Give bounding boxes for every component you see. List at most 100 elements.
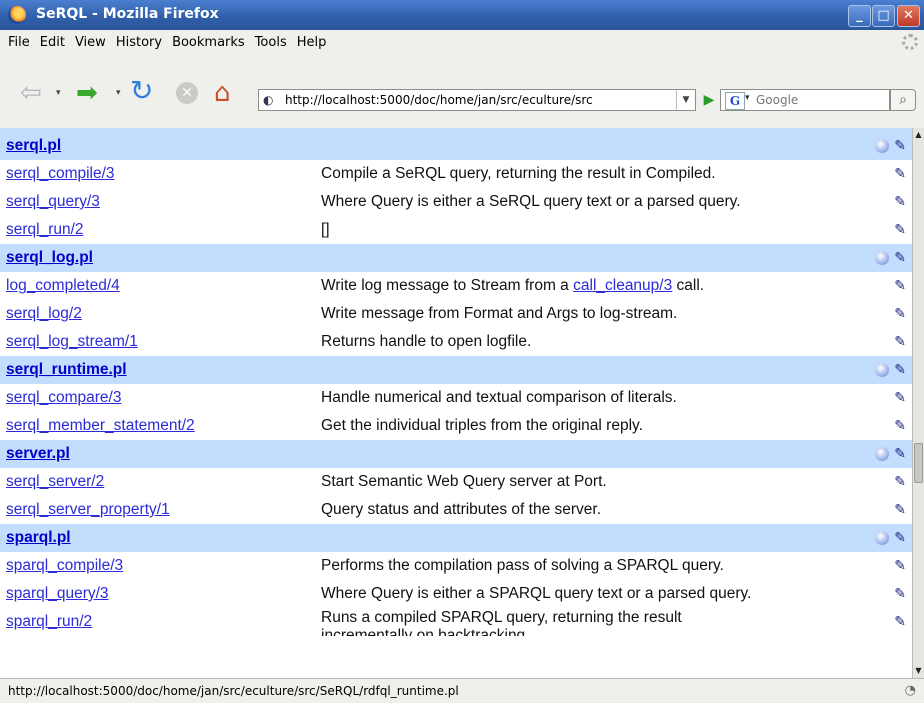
stop-icon[interactable]: ✕ — [176, 82, 198, 104]
predicate-description: Where Query is either a SeRQL query text… — [315, 188, 864, 216]
predicate-description: Query status and attributes of the serve… — [315, 496, 864, 524]
predicate-description: Where Query is either a SPARQL query tex… — [315, 580, 864, 608]
firefox-logo-icon — [8, 6, 26, 24]
predicate-row: serql_log/2 Write message from Format and… — [0, 300, 912, 328]
predicate-link[interactable]: serql_run/2 — [6, 221, 84, 238]
minimize-button[interactable]: _ — [848, 5, 871, 27]
description-text: Query status and attributes of the serve… — [321, 501, 602, 518]
reload-file-icon[interactable] — [875, 446, 889, 461]
reload-file-icon[interactable] — [875, 530, 889, 545]
edit-predicate-icon[interactable]: ✎ — [890, 222, 906, 237]
predicate-link[interactable]: log_completed/4 — [6, 277, 120, 294]
edit-file-icon[interactable]: ✎ — [890, 250, 906, 265]
reload-file-icon[interactable] — [875, 362, 889, 377]
predicate-link[interactable]: sparql_query/3 — [6, 585, 109, 602]
predicate-link[interactable]: serql_server/2 — [6, 473, 104, 490]
back-icon[interactable]: ⇦ — [20, 80, 42, 106]
file-header-row: sparql.pl ✎ — [0, 524, 912, 552]
predicate-link[interactable]: serql_server_property/1 — [6, 501, 170, 518]
edit-predicate-icon[interactable]: ✎ — [890, 614, 906, 629]
description-text: Where Query is either a SeRQL query text… — [321, 193, 741, 210]
menu-file[interactable]: File — [8, 35, 30, 50]
edit-file-icon[interactable]: ✎ — [890, 138, 906, 153]
predicate-row: log_completed/4 Write log message to Stre… — [0, 272, 912, 300]
maximize-button[interactable]: □ — [872, 5, 895, 27]
predicate-link[interactable]: sparql_run/2 — [6, 613, 92, 630]
title-bar: SeRQL - Mozilla Firefox _ □ ✕ — [0, 0, 924, 30]
edit-file-icon[interactable]: ✎ — [890, 446, 906, 461]
edit-predicate-icon[interactable]: ✎ — [890, 278, 906, 293]
edit-predicate-icon[interactable]: ✎ — [890, 390, 906, 405]
search-button[interactable]: ⌕ — [890, 89, 916, 111]
predicate-description: Write message from Format and Args to lo… — [315, 300, 864, 328]
reload-file-icon[interactable] — [875, 250, 889, 265]
search-bar[interactable]: G ▾ — [720, 89, 890, 111]
predicate-link[interactable]: sparql_compile/3 — [6, 557, 123, 574]
predicate-row: serql_log_stream/1 Returns handle to open… — [0, 328, 912, 356]
description-text: Performs the compilation pass of solving… — [321, 557, 724, 574]
predicate-link[interactable]: serql_log_stream/1 — [6, 333, 138, 350]
search-engine-dropdown-icon[interactable]: ▾ — [745, 93, 750, 103]
file-link[interactable]: serql.pl — [6, 137, 61, 154]
forward-icon[interactable]: ➡ — [76, 80, 98, 106]
edit-predicate-icon[interactable]: ✎ — [890, 558, 906, 573]
reload-file-icon[interactable] — [875, 138, 889, 153]
menu-bookmarks[interactable]: Bookmarks — [172, 35, 245, 50]
edit-file-icon[interactable]: ✎ — [890, 362, 906, 377]
description-link[interactable]: call_cleanup/3 — [573, 277, 672, 294]
predicate-description: Write log message to Stream from a call_… — [315, 272, 864, 300]
file-link[interactable]: serql_runtime.pl — [6, 361, 127, 378]
predicate-row: serql_server/2 Start Semantic Web Query s… — [0, 468, 912, 496]
edit-predicate-icon[interactable]: ✎ — [890, 502, 906, 517]
menu-tools[interactable]: Tools — [255, 35, 287, 50]
file-header-row: server.pl ✎ — [0, 440, 912, 468]
vertical-scrollbar[interactable]: ▲ ▼ — [912, 128, 924, 678]
description-text: Where Query is either a SPARQL query tex… — [321, 585, 752, 602]
site-identity-icon: ◐ — [263, 93, 274, 107]
predicate-row: serql_run/2 [] ✎ — [0, 216, 912, 244]
predicate-description: Returns handle to open logfile. — [315, 328, 864, 356]
menu-help[interactable]: Help — [297, 35, 327, 50]
scroll-down-icon[interactable]: ▼ — [913, 664, 924, 678]
throbber-icon — [902, 34, 918, 50]
menu-view[interactable]: View — [75, 35, 106, 50]
description-text: Handle numerical and textual comparison … — [321, 389, 677, 406]
back-history-icon[interactable]: ▾ — [56, 88, 61, 98]
search-input[interactable] — [754, 92, 883, 108]
scrollbar-thumb[interactable] — [914, 443, 923, 483]
predicate-link[interactable]: serql_compare/3 — [6, 389, 121, 406]
forward-history-icon[interactable]: ▾ — [116, 88, 121, 98]
predicate-link[interactable]: serql_member_statement/2 — [6, 417, 195, 434]
address-bar[interactable]: ◐ http://localhost:5000/doc/home/jan/src… — [258, 89, 696, 111]
edit-predicate-icon[interactable]: ✎ — [890, 418, 906, 433]
status-activity-icon: ◔ — [904, 683, 916, 698]
go-button[interactable]: ▶ — [700, 90, 718, 110]
file-header-row: serql_log.pl ✎ — [0, 244, 912, 272]
edit-predicate-icon[interactable]: ✎ — [890, 166, 906, 181]
predicate-row: serql_member_statement/2 Get the individu… — [0, 412, 912, 440]
file-link[interactable]: server.pl — [6, 445, 70, 462]
edit-predicate-icon[interactable]: ✎ — [890, 194, 906, 209]
menu-edit[interactable]: Edit — [40, 35, 65, 50]
predicate-link[interactable]: serql_log/2 — [6, 305, 82, 322]
predicate-row: serql_compile/3 Compile a SeRQL query, re… — [0, 160, 912, 188]
reload-icon[interactable]: ↻ — [130, 77, 153, 105]
menu-history[interactable]: History — [116, 35, 162, 50]
home-icon[interactable]: ⌂ — [214, 80, 231, 106]
scroll-up-icon[interactable]: ▲ — [913, 128, 924, 142]
search-engine-icon[interactable]: G — [725, 92, 745, 110]
edit-predicate-icon[interactable]: ✎ — [890, 306, 906, 321]
predicate-row: sparql_run/2 Runs a compiled SPARQL query… — [0, 608, 912, 636]
predicate-link[interactable]: serql_compile/3 — [6, 165, 115, 182]
edit-predicate-icon[interactable]: ✎ — [890, 474, 906, 489]
predicate-link[interactable]: serql_query/3 — [6, 193, 100, 210]
close-button[interactable]: ✕ — [897, 5, 920, 27]
edit-predicate-icon[interactable]: ✎ — [890, 334, 906, 349]
edit-predicate-icon[interactable]: ✎ — [890, 586, 906, 601]
url-text[interactable]: http://localhost:5000/doc/home/jan/src/e… — [285, 93, 593, 107]
predicate-description: Performs the compilation pass of solving… — [315, 552, 864, 580]
file-link[interactable]: sparql.pl — [6, 529, 71, 546]
file-link[interactable]: serql_log.pl — [6, 249, 93, 266]
url-history-dropdown[interactable]: ▼ — [676, 90, 695, 110]
edit-file-icon[interactable]: ✎ — [890, 530, 906, 545]
